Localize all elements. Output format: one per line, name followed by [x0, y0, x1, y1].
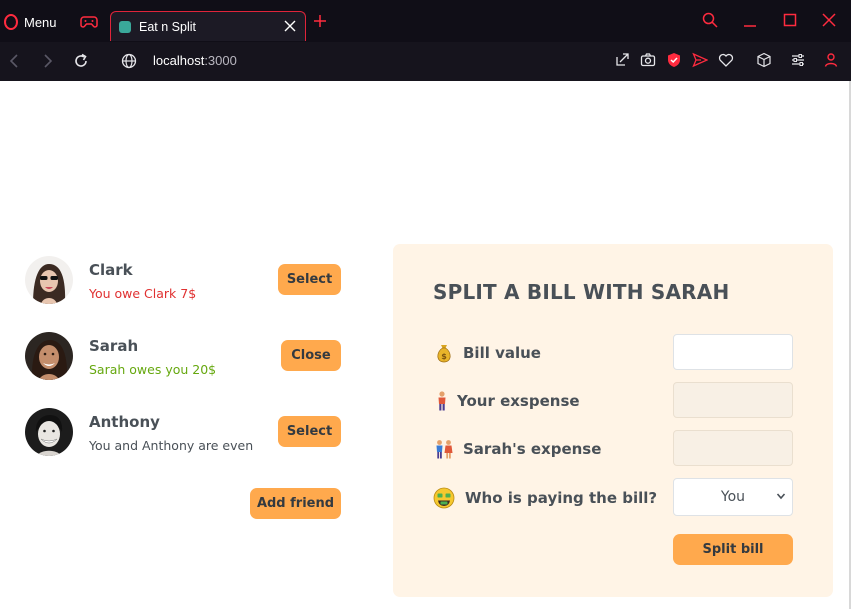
url-host: localhost	[153, 53, 205, 68]
minimize-icon[interactable]	[742, 12, 758, 28]
easy-setup-sliders-icon[interactable]	[790, 52, 806, 68]
new-tab-plus-icon[interactable]	[313, 14, 327, 28]
friend-name: Clark	[89, 261, 133, 279]
friend-balance-status: You owe Clark 7$	[89, 286, 197, 301]
tab-eat-n-split[interactable]: Eat n Split	[110, 11, 306, 41]
chevron-down-icon	[776, 493, 786, 500]
bill-value-input[interactable]	[673, 334, 793, 370]
url-field[interactable]: localhost:3000	[153, 53, 237, 68]
split-bill-button[interactable]: Split bill	[673, 534, 793, 565]
bill-value-label-text: Bill value	[463, 344, 541, 362]
your-expense-label-text: Your exspense	[457, 392, 580, 410]
friend-item-clark[interactable]: Clark You owe Clark 7$ Select	[25, 256, 345, 306]
opera-menu-button[interactable]: Menu	[4, 10, 57, 34]
browser-tab-bar: Menu Eat n Split	[0, 0, 851, 42]
svg-text:$: $	[441, 352, 447, 361]
search-icon[interactable]	[702, 12, 718, 28]
friend-balance-status: You and Anthony are even	[89, 438, 254, 453]
back-arrow-icon[interactable]	[6, 52, 24, 70]
payer-selected-value: You	[720, 489, 746, 505]
send-icon[interactable]	[692, 52, 708, 68]
share-icon[interactable]	[614, 52, 630, 68]
reload-icon[interactable]	[72, 52, 90, 70]
friend-expense-input	[673, 430, 793, 466]
avatar	[25, 256, 73, 304]
friend-name: Sarah	[89, 337, 139, 355]
gamepad-icon[interactable]	[80, 15, 98, 29]
adblock-shield-icon[interactable]	[666, 52, 682, 68]
split-bill-title: SPLIT A BILL WITH SARAH	[433, 280, 730, 304]
payer-select[interactable]: You	[673, 478, 793, 516]
friend-balance-status: Sarah owes you 20$	[89, 362, 217, 377]
menu-label: Menu	[24, 14, 57, 30]
your-expense-label: Your exspense	[433, 390, 580, 412]
bill-value-label: $ Bill value	[433, 342, 541, 364]
friend-expense-label-text: Sarah's expense	[463, 440, 602, 458]
friend-item-anthony[interactable]: Anthony You and Anthony are even Select	[25, 408, 345, 458]
avatar	[25, 408, 73, 456]
heart-icon[interactable]	[718, 52, 734, 68]
close-friend-button[interactable]: Close	[281, 340, 341, 371]
your-expense-input[interactable]	[673, 382, 793, 418]
money-bag-icon: $	[437, 345, 451, 363]
friend-name: Anthony	[89, 413, 160, 431]
select-friend-button[interactable]: Select	[278, 264, 341, 295]
payer-label: Who is paying the bill?	[433, 487, 657, 509]
maximize-icon[interactable]	[782, 12, 798, 28]
anthony-avatar-image	[25, 408, 73, 456]
select-friend-button[interactable]: Select	[278, 416, 341, 447]
clark-avatar-image	[25, 256, 73, 304]
globe-icon[interactable]	[120, 52, 138, 70]
url-port: :3000	[204, 53, 237, 68]
close-icon[interactable]	[283, 19, 297, 33]
avatar	[25, 332, 73, 380]
opera-logo-icon	[4, 14, 18, 30]
window-close-icon[interactable]	[821, 12, 837, 28]
couple-icon	[436, 440, 453, 459]
friend-item-sarah[interactable]: Sarah Sarah owes you 20$ Close	[25, 332, 345, 382]
add-friend-button[interactable]: Add friend	[250, 488, 341, 519]
friend-expense-label: Sarah's expense	[433, 438, 601, 460]
person-standing-icon	[438, 391, 446, 411]
extensions-cube-icon[interactable]	[756, 52, 772, 68]
tab-title: Eat n Split	[139, 19, 196, 34]
forward-arrow-icon[interactable]	[38, 52, 56, 70]
payer-label-text: Who is paying the bill?	[465, 489, 658, 507]
money-mouth-face-icon	[433, 487, 455, 509]
profile-icon[interactable]	[823, 52, 839, 68]
tab-favicon-icon	[119, 20, 131, 33]
split-bill-form: SPLIT A BILL WITH SARAH $ Bill value You…	[393, 244, 833, 597]
sarah-avatar-image	[25, 332, 73, 380]
camera-icon[interactable]	[640, 52, 656, 68]
